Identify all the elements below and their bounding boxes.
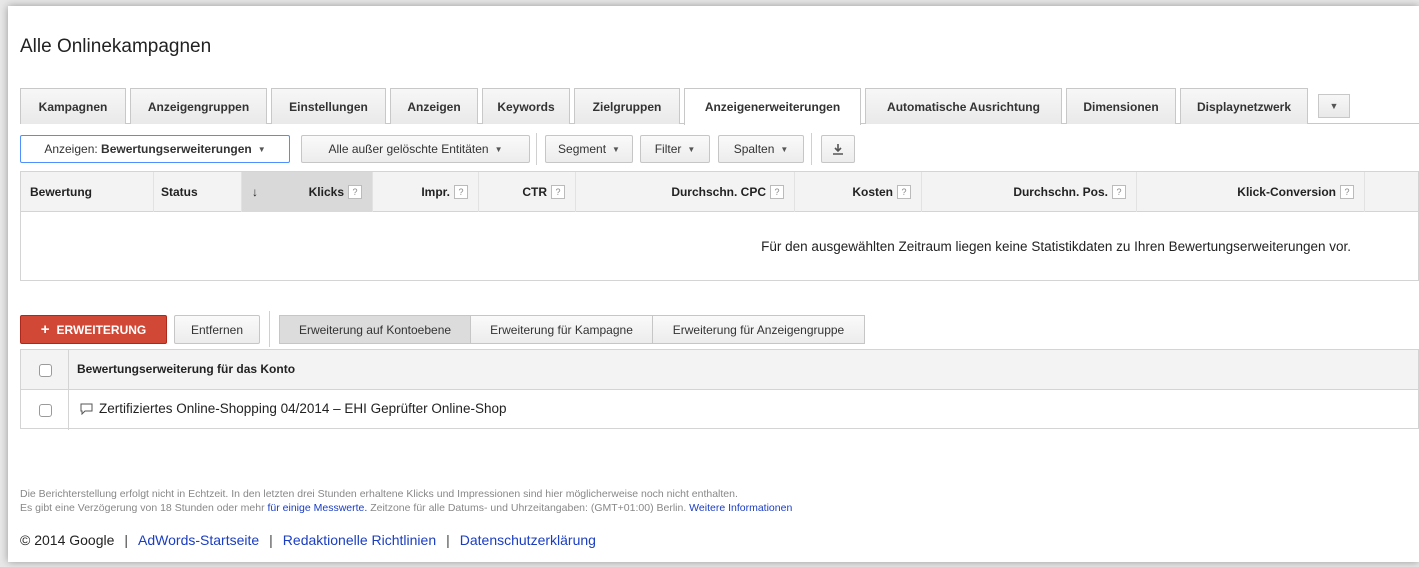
privacy-link[interactable]: Datenschutzerklärung: [460, 532, 596, 548]
show-prefix: Anzeigen:: [44, 142, 102, 156]
tab-displaynetzwerk[interactable]: Displaynetzwerk: [1180, 88, 1308, 124]
editorial-policy-link[interactable]: Redaktionelle Richtlinien: [283, 532, 436, 548]
remove-label: Entfernen: [190, 322, 244, 337]
caret-down-icon: ▼: [494, 144, 503, 154]
segment-label: Segment: [558, 142, 607, 156]
col-impr[interactable]: Impr.?: [373, 172, 479, 212]
chevron-down-icon: ▼: [1329, 101, 1339, 111]
speech-bubble-icon: [80, 403, 93, 415]
download-button[interactable]: [821, 135, 855, 163]
tab-bar: Kampagnen Anzeigengruppen Einstellungen …: [20, 88, 1419, 125]
segment-account-level[interactable]: Erweiterung auf Kontoebene: [279, 315, 471, 344]
tab-zielgruppen[interactable]: Zielgruppen: [574, 88, 680, 124]
caret-down-icon: ▼: [780, 144, 789, 154]
table-row: Zertifiziertes Online-Shopping 04/2014 –…: [21, 390, 1418, 430]
tab-anzeigen[interactable]: Anzeigen: [390, 88, 478, 124]
help-icon[interactable]: ?: [348, 185, 362, 199]
remove-button[interactable]: Entfernen: [174, 315, 260, 344]
tab-anzeigengruppen[interactable]: Anzeigengruppen: [130, 88, 267, 124]
col-kosten[interactable]: Kosten?: [795, 172, 922, 212]
entity-filter-label: Alle außer gelöschte Entitäten: [328, 142, 489, 156]
toolbar-divider: [811, 133, 812, 165]
sort-descending-icon: ↓: [252, 185, 258, 199]
col-durchschn-pos[interactable]: Durchschn. Pos.?: [922, 172, 1137, 212]
adwords-home-link[interactable]: AdWords-Startseite: [138, 532, 259, 548]
col-bewertung[interactable]: Bewertung: [21, 172, 154, 212]
segment-dropdown[interactable]: Segment ▼: [545, 135, 633, 163]
caret-down-icon: ▼: [612, 144, 620, 154]
segment-adgroup[interactable]: Erweiterung für Anzeigengruppe: [652, 315, 865, 344]
extension-text[interactable]: Zertifiziertes Online-Shopping 04/2014 –…: [99, 401, 506, 416]
help-icon[interactable]: ?: [454, 185, 468, 199]
separator: |: [446, 532, 450, 548]
extensions-header-label: Bewertungserweiterung für das Konto: [77, 362, 296, 376]
statistics-table-header: Bewertung Status ↓ Klicks? Impr.? CTR? D…: [21, 172, 1418, 212]
tab-kampagnen[interactable]: Kampagnen: [20, 88, 126, 124]
help-icon[interactable]: ?: [897, 185, 911, 199]
help-icon[interactable]: ?: [1112, 185, 1126, 199]
tab-keywords[interactable]: Keywords: [482, 88, 570, 124]
footer-links: © 2014 Google | AdWords-Startseite | Redakti…: [20, 532, 596, 548]
entity-filter-dropdown[interactable]: Alle außer gelöschte Entitäten ▼: [301, 135, 530, 163]
col-klicks[interactable]: ↓ Klicks?: [242, 172, 373, 212]
col-ctr[interactable]: CTR?: [479, 172, 576, 212]
separator: |: [269, 532, 273, 548]
tab-anzeigenerweiterungen[interactable]: Anzeigenerweiterungen: [684, 88, 861, 125]
delay-note: Es gibt eine Verzögerung von 18 Stunden …: [20, 502, 793, 514]
extensions-table: Bewertungserweiterung für das Konto Zert…: [20, 349, 1419, 430]
segment-campaign[interactable]: Erweiterung für Kampagne: [470, 315, 653, 344]
tab-einstellungen[interactable]: Einstellungen: [271, 88, 386, 124]
toolbar-divider: [536, 133, 537, 165]
help-icon[interactable]: ?: [1340, 185, 1354, 199]
reporting-note: Die Berichterstellung erfolgt nicht in E…: [20, 488, 738, 500]
empty-state-message: Für den ausgewählten Zeitraum liegen kei…: [761, 239, 1351, 254]
filter-label: Filter: [654, 142, 682, 156]
tab-dimensionen[interactable]: Dimensionen: [1066, 88, 1176, 124]
show-value: Bewertungserweiterungen: [101, 142, 252, 156]
col-klick-conversion[interactable]: Klick-Conversion?: [1137, 172, 1365, 212]
separator: |: [124, 532, 129, 548]
add-extension-button[interactable]: + ERWEITERUNG: [20, 315, 167, 344]
filter-dropdown[interactable]: Filter ▼: [640, 135, 710, 163]
show-dropdown[interactable]: Anzeigen: Bewertungserweiterungen ▼: [20, 135, 290, 163]
caret-down-icon: ▼: [687, 144, 696, 154]
app-window: Alle Onlinekampagnen Kampagnen Anzeigeng…: [8, 6, 1419, 562]
download-icon: [833, 144, 843, 155]
columns-dropdown[interactable]: Spalten ▼: [718, 135, 804, 163]
more-tabs-button[interactable]: ▼: [1318, 94, 1350, 118]
help-icon[interactable]: ?: [551, 185, 565, 199]
row-checkbox[interactable]: [39, 404, 52, 417]
col-durchschn-cpc[interactable]: Durchschn. CPC?: [576, 172, 795, 212]
col-status[interactable]: Status: [154, 172, 242, 212]
action-divider: [269, 311, 270, 347]
select-all-checkbox[interactable]: [39, 364, 52, 377]
some-metrics-link[interactable]: für einige Messwerte.: [268, 502, 368, 514]
more-info-link[interactable]: Weitere Informationen: [689, 502, 792, 514]
statistics-table: Bewertung Status ↓ Klicks? Impr.? CTR? D…: [20, 171, 1419, 281]
page-title: Alle Onlinekampagnen: [20, 36, 212, 57]
plus-icon: +: [40, 321, 50, 338]
extensions-table-header: Bewertungserweiterung für das Konto: [21, 350, 1418, 430]
help-icon[interactable]: ?: [770, 185, 784, 199]
copyright: © 2014 Google: [20, 532, 115, 548]
columns-label: Spalten: [733, 142, 775, 156]
add-extension-label: ERWEITERUNG: [56, 322, 147, 337]
tab-automatische-ausrichtung[interactable]: Automatische Ausrichtung: [865, 88, 1062, 124]
caret-down-icon: ▼: [257, 144, 266, 154]
